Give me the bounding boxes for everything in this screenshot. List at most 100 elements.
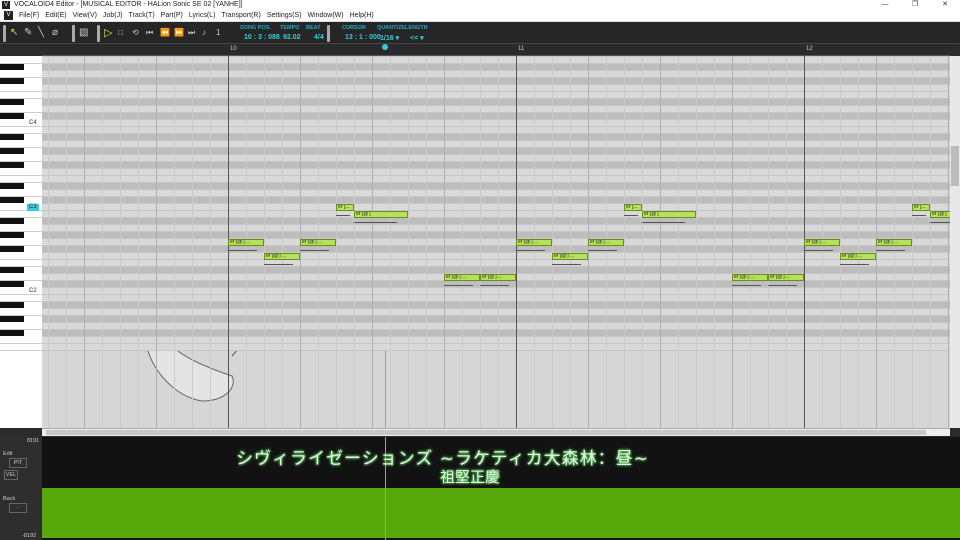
menu-file[interactable]: File(F) — [19, 12, 39, 19]
quantize-select[interactable]: 1/16 ▾ — [380, 34, 399, 42]
note[interactable]: er [@'] ... — [300, 239, 336, 246]
scroll-thumb[interactable] — [46, 430, 926, 435]
pitch-row[interactable] — [42, 78, 950, 85]
pencil-tool-icon[interactable]: ✎ — [24, 28, 32, 38]
note[interactable]: er [@'] ... — [516, 239, 552, 246]
pitch-row[interactable] — [42, 330, 950, 337]
toolbar-grip[interactable] — [327, 25, 330, 42]
pitch-row[interactable] — [42, 155, 950, 162]
black-key[interactable] — [0, 302, 24, 308]
pitch-row[interactable] — [42, 106, 950, 113]
pitch-row[interactable] — [42, 85, 950, 92]
note[interactable]: er [@'] ... — [804, 239, 840, 246]
line-tool-icon[interactable]: ╲ — [38, 28, 44, 38]
white-key[interactable] — [0, 260, 42, 267]
white-key[interactable] — [0, 71, 42, 78]
pitch-row[interactable] — [42, 288, 950, 295]
note[interactable]: er [@'] ... — [840, 253, 876, 260]
beat-value[interactable]: 4/4 — [314, 34, 324, 41]
note[interactable]: er [... — [912, 204, 930, 211]
edit-parameter-select[interactable]: PIT — [9, 458, 27, 468]
close-button[interactable]: ✕ — [930, 0, 960, 10]
white-key[interactable] — [0, 323, 42, 330]
black-key[interactable] — [0, 78, 24, 84]
pitch-row[interactable] — [42, 99, 950, 106]
menu-part[interactable]: Part(P) — [161, 12, 183, 19]
maximize-button[interactable]: ❐ — [900, 0, 930, 10]
white-key[interactable] — [0, 239, 42, 246]
pitch-row[interactable] — [42, 295, 950, 302]
pitch-row[interactable] — [42, 316, 950, 323]
note[interactable]: er [... — [624, 204, 642, 211]
pitch-row[interactable] — [42, 56, 950, 57]
white-key[interactable] — [0, 57, 42, 64]
black-key[interactable] — [0, 134, 24, 140]
black-key[interactable] — [0, 162, 24, 168]
white-key[interactable] — [0, 190, 42, 197]
length-select[interactable]: << ▾ — [410, 34, 424, 42]
white-key[interactable] — [0, 225, 42, 232]
pitch-row[interactable] — [42, 64, 950, 71]
timeline-ruler[interactable]: 10 11 12 — [42, 44, 950, 56]
vel-button[interactable]: VEL — [4, 470, 18, 480]
note[interactable]: er [@'] — [354, 211, 408, 218]
white-key[interactable] — [0, 141, 42, 148]
pitch-row[interactable] — [42, 211, 950, 218]
black-key[interactable] — [0, 64, 24, 70]
white-key[interactable] — [0, 295, 42, 302]
piano-roll-view-icon[interactable]: ▧ — [79, 28, 88, 38]
back-parameter-select[interactable]: - — [9, 503, 27, 513]
pitch-row[interactable] — [42, 232, 950, 239]
pitch-row[interactable] — [42, 92, 950, 99]
loop-button[interactable]: ⟲ — [132, 28, 139, 38]
white-key[interactable] — [0, 169, 42, 176]
pitch-row[interactable] — [42, 176, 950, 183]
play-button[interactable]: ▷ — [104, 28, 112, 39]
black-key[interactable] — [0, 113, 24, 119]
piano-roll[interactable]: er [@'] ... er [@'] ... er [@'] ... er [...… — [42, 56, 950, 428]
white-key[interactable] — [0, 344, 42, 351]
eraser-tool-icon[interactable]: ⌀ — [52, 28, 58, 38]
count-in-button[interactable]: 1 — [216, 28, 220, 38]
white-key[interactable] — [0, 309, 42, 316]
pitch-row[interactable] — [42, 57, 950, 64]
pitch-row[interactable] — [42, 253, 950, 260]
pitch-row[interactable] — [42, 260, 950, 267]
black-key[interactable] — [0, 316, 24, 322]
piano-keyboard[interactable]: C2 C3 C4 — [0, 56, 42, 428]
pitch-row[interactable] — [42, 148, 950, 155]
white-key[interactable] — [0, 127, 42, 134]
pitch-bend-fill[interactable] — [42, 488, 960, 538]
black-key[interactable] — [0, 330, 24, 336]
black-key[interactable] — [0, 267, 24, 273]
white-key[interactable] — [0, 92, 42, 99]
pitch-row[interactable] — [42, 225, 950, 232]
menu-edit[interactable]: Edit(E) — [45, 12, 66, 19]
pitch-row[interactable] — [42, 218, 950, 225]
pitch-row[interactable] — [42, 190, 950, 197]
pitch-row[interactable] — [42, 197, 950, 204]
pitch-row[interactable] — [42, 204, 950, 211]
white-key[interactable] — [0, 253, 42, 260]
note[interactable]: er [@'] ... — [444, 274, 480, 281]
pitch-row[interactable] — [42, 141, 950, 148]
note[interactable]: er [@'] ... — [876, 239, 912, 246]
black-key[interactable] — [0, 281, 24, 287]
menu-transport[interactable]: Transport(R) — [221, 12, 260, 19]
song-pos-value[interactable]: 10 : 3 : 088 — [244, 34, 280, 41]
menu-track[interactable]: Track(T) — [128, 12, 154, 19]
black-key[interactable] — [0, 197, 24, 203]
black-key[interactable] — [0, 232, 24, 238]
white-key[interactable] — [0, 176, 42, 183]
note[interactable]: er [@'] ... — [480, 274, 516, 281]
pitch-row[interactable] — [42, 267, 950, 274]
white-key[interactable] — [0, 85, 42, 92]
white-key[interactable] — [0, 337, 42, 344]
pitch-row[interactable] — [42, 183, 950, 190]
pitch-row[interactable] — [42, 134, 950, 141]
menu-help[interactable]: Help(H) — [350, 12, 374, 19]
tempo-value[interactable]: 92.02 — [283, 34, 301, 41]
pitch-row[interactable] — [42, 113, 950, 120]
black-key[interactable] — [0, 148, 24, 154]
pitch-row[interactable] — [42, 337, 950, 344]
